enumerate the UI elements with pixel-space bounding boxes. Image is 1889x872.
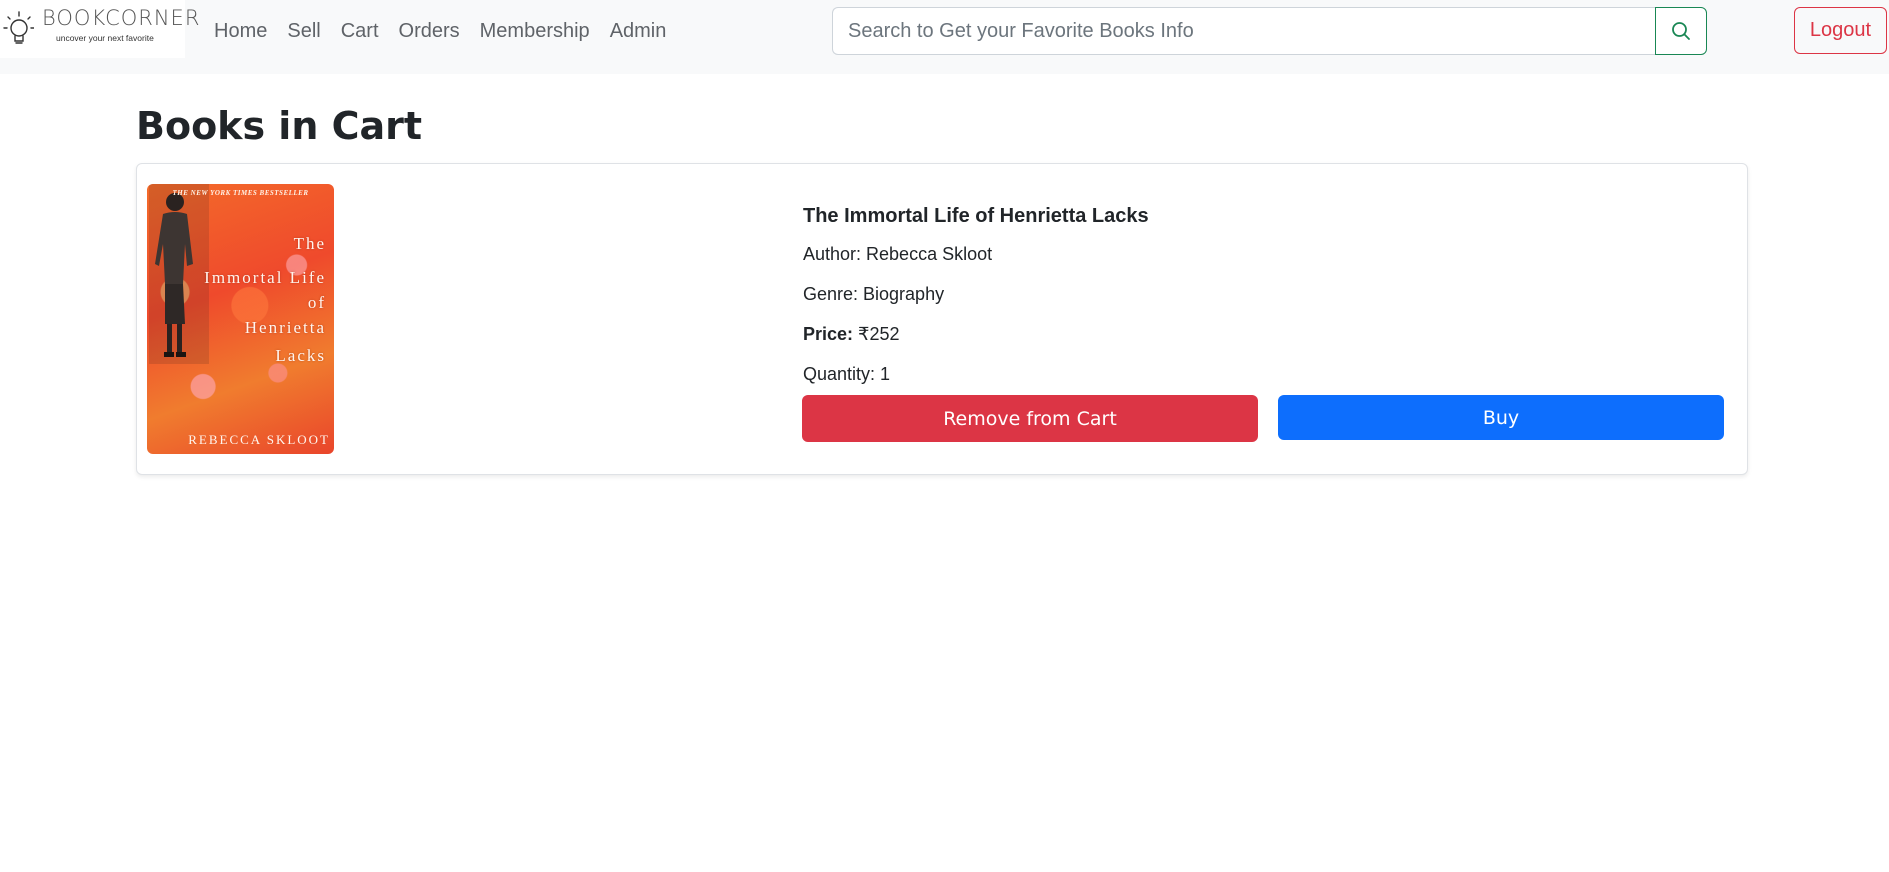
cover-author: REBECCA SKLOOT (188, 432, 330, 447)
search-input[interactable] (832, 7, 1655, 55)
cover-title-line: Henrietta (244, 318, 326, 337)
book-price: Price: ₹252 (803, 324, 900, 345)
cover-banner: THE NEW YORK TIMES BESTSELLER (172, 189, 309, 197)
cart-item-card: THE NEW YORK TIMES BESTSELLER The Immort… (136, 163, 1748, 475)
buy-button[interactable]: Buy (1278, 395, 1724, 440)
lightbulb-icon (3, 11, 34, 44)
book-cover-image: THE NEW YORK TIMES BESTSELLER The Immort… (147, 184, 334, 454)
nav-link-admin[interactable]: Admin (600, 17, 677, 45)
nav-links: Home Sell Cart Orders Membership Admin (204, 17, 676, 45)
cover-title-line: Lacks (275, 346, 326, 365)
book-author: Author: Rebecca Skloot (803, 244, 993, 264)
navbar: BOOKCORNER uncover your next favorite Ho… (0, 0, 1889, 74)
nav-link-orders[interactable]: Orders (389, 17, 470, 45)
nav-link-home[interactable]: Home (204, 17, 277, 45)
book-title: The Immortal Life of Henrietta Lacks (803, 205, 1149, 227)
cover-portrait-figure (149, 184, 209, 364)
brand-logo[interactable]: BOOKCORNER uncover your next favorite (0, 0, 199, 58)
cover-title-line: Immortal Life (204, 268, 326, 287)
cover-title-line: of (307, 293, 326, 312)
price-value: ₹252 (858, 324, 900, 344)
nav-link-membership[interactable]: Membership (470, 17, 600, 45)
search-icon (1672, 22, 1690, 40)
cover-title-line: The (293, 234, 326, 253)
brand-name: BOOKCORNER (42, 6, 201, 30)
search-form (832, 7, 1707, 55)
book-genre: Genre: Biography (803, 284, 945, 304)
search-button[interactable] (1655, 7, 1707, 55)
remove-from-cart-button[interactable]: Remove from Cart (802, 395, 1258, 442)
nav-link-sell[interactable]: Sell (277, 17, 330, 45)
price-label: Price: (803, 324, 854, 344)
book-quantity: Quantity: 1 (803, 364, 891, 384)
brand-tagline: uncover your next favorite (56, 33, 154, 43)
logout-button[interactable]: Logout (1794, 7, 1887, 54)
page-title: Books in Cart (136, 104, 423, 148)
nav-link-cart[interactable]: Cart (331, 17, 389, 45)
